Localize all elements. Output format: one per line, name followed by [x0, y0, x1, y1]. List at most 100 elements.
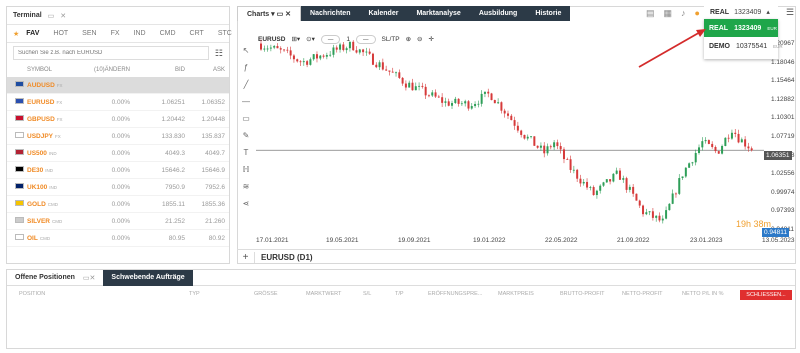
flag-icon — [7, 81, 27, 89]
cursor-icon[interactable]: ↖ — [243, 46, 250, 55]
symbol-row[interactable]: SILVER CMD 0.00% 21.252 21.260 — [7, 213, 229, 230]
candle — [526, 134, 529, 141]
col-change: (10)ÄNDERN — [93, 67, 130, 73]
layout-icon[interactable]: ▤ — [646, 8, 655, 19]
tab-hot[interactable]: HOT — [46, 30, 75, 37]
tab-open-positions[interactable]: Offene Positionen — [7, 274, 83, 281]
candle — [493, 99, 496, 104]
candle — [638, 199, 641, 208]
tab-marktanalyse[interactable]: Marktanalyse — [407, 6, 470, 21]
candle — [306, 60, 309, 68]
tab-nachrichten[interactable]: Nachrichten — [301, 6, 360, 21]
candle — [329, 51, 332, 57]
candle — [618, 167, 621, 180]
account-option-real[interactable]: REAL 1323409 EUR — [704, 19, 778, 37]
candle — [269, 44, 272, 52]
add-chart-button[interactable]: + — [237, 251, 255, 263]
candle — [408, 80, 411, 88]
candle — [625, 176, 628, 193]
time-tick: 19.01.2022 — [473, 237, 506, 244]
symbol-ask: 135.837 — [201, 132, 226, 140]
symbol-row[interactable]: AUDUSD FX — [7, 77, 229, 94]
positions-col: BRUTTO-PROFIT — [560, 291, 605, 297]
tab-kalender[interactable]: Kalender — [359, 6, 408, 21]
share-icon[interactable]: ⋖ — [243, 199, 250, 208]
tab-crt[interactable]: CRT — [183, 30, 211, 37]
tab-cmd[interactable]: CMD — [153, 30, 183, 37]
symbol-name: GBPUSD FX — [27, 115, 63, 123]
symbol-change: 0.00% — [111, 115, 130, 123]
flag-icon — [7, 166, 27, 174]
current-price-tag: 1.06351 — [764, 151, 792, 160]
candle — [648, 211, 651, 216]
tab-fx[interactable]: FX — [104, 30, 127, 37]
symbol-row[interactable]: EURUSD FX 0.00% 1.06251 1.06352 — [7, 94, 229, 111]
option-currency: EUR — [767, 25, 777, 31]
symbol-name: AUDUSD FX — [27, 81, 63, 89]
candle — [707, 139, 710, 145]
symbol-row[interactable]: OIL CMD 0.00% 80.95 80.92 — [7, 230, 229, 247]
candle — [523, 134, 526, 140]
symbol-row[interactable]: GOLD CMD 0.00% 1855.11 1855.36 — [7, 196, 229, 213]
candle — [553, 139, 556, 151]
red-arrow-annotation — [638, 29, 706, 68]
tab-ausbildung[interactable]: Ausbildung — [469, 6, 527, 21]
account-selector[interactable]: REAL 1323409 ▴ — [704, 5, 778, 19]
line-icon[interactable]: ╱ — [244, 80, 249, 89]
menu-icon[interactable]: ☰ — [786, 7, 794, 18]
close-icon[interactable]: ✕ — [60, 12, 66, 20]
chevron-up-icon: ▴ — [766, 9, 770, 16]
candle — [628, 184, 631, 193]
text-icon[interactable]: T — [244, 148, 249, 157]
account-option-demo[interactable]: DEMO 10375541 EUR — [704, 37, 783, 55]
flag-icon — [7, 149, 27, 157]
hline-icon[interactable]: ― — [242, 97, 250, 106]
bell-icon[interactable]: ♪ — [681, 8, 686, 19]
symbol-row[interactable]: USDJPY FX 0.00% 133.830 135.837 — [7, 128, 229, 145]
candle — [582, 178, 585, 186]
tab-stc[interactable]: STC — [211, 30, 239, 37]
tab-fav[interactable]: FAV — [19, 30, 46, 37]
list-view-icon[interactable]: ☷ — [215, 48, 223, 59]
candle — [286, 46, 289, 54]
candle — [549, 144, 552, 150]
chart-footer-title: EURUSD (D1) — [261, 252, 313, 262]
symbol-row[interactable]: UK100 IND 0.00% 7950.9 7952.6 — [7, 179, 229, 196]
tab-sen[interactable]: SEN — [75, 30, 103, 37]
flag-icon — [7, 98, 27, 106]
candle — [375, 62, 378, 69]
symbol-ask: 1.06352 — [201, 98, 226, 106]
symbol-row[interactable]: US500 IND 0.00% 4049.3 4049.7 — [7, 145, 229, 162]
notification-icon[interactable]: ● — [695, 8, 700, 19]
flag-icon — [7, 132, 27, 140]
time-tick: 13.05.2023 — [762, 237, 795, 244]
rectangle-icon[interactable]: ▭ — [242, 114, 250, 123]
candle — [470, 103, 473, 110]
tab-charts[interactable]: Charts ▾ ▭ ✕ — [237, 6, 302, 21]
candle — [283, 49, 286, 52]
window-icon[interactable]: ▭ — [48, 12, 55, 20]
candle — [391, 67, 394, 73]
symbol-ask: 80.92 — [208, 234, 225, 242]
brush-icon[interactable]: ✎ — [243, 131, 250, 140]
tab-pending-orders[interactable]: Schwebende Aufträge — [103, 269, 193, 286]
symbol-name: DE30 IND — [27, 166, 54, 174]
symbol-bid: 4049.3 — [165, 149, 185, 157]
window-icon[interactable]: ▭ — [83, 274, 90, 282]
candle — [289, 46, 292, 60]
positions-col: GRÖSSE — [254, 291, 278, 297]
grid-icon[interactable]: ▦ — [664, 8, 673, 19]
close-icon[interactable]: ✕ — [90, 274, 96, 282]
tab-ind[interactable]: IND — [127, 30, 153, 37]
bars-icon[interactable]: ℍ — [243, 165, 250, 174]
symbol-row[interactable]: DE30 IND 0.00% 15646.2 15646.9 — [7, 162, 229, 179]
search-input[interactable] — [13, 46, 209, 60]
close-all-button[interactable]: SCHLIESSEN... — [740, 290, 792, 300]
candle — [398, 69, 401, 80]
symbol-row[interactable]: GBPUSD FX 0.00% 1.20442 1.20448 — [7, 111, 229, 128]
candle — [464, 99, 467, 107]
function-icon[interactable]: ƒ — [244, 63, 248, 72]
tab-historie[interactable]: Historie — [526, 6, 571, 21]
option-number: 10375541 — [736, 42, 768, 50]
layers-icon[interactable]: ≋ — [243, 182, 250, 191]
